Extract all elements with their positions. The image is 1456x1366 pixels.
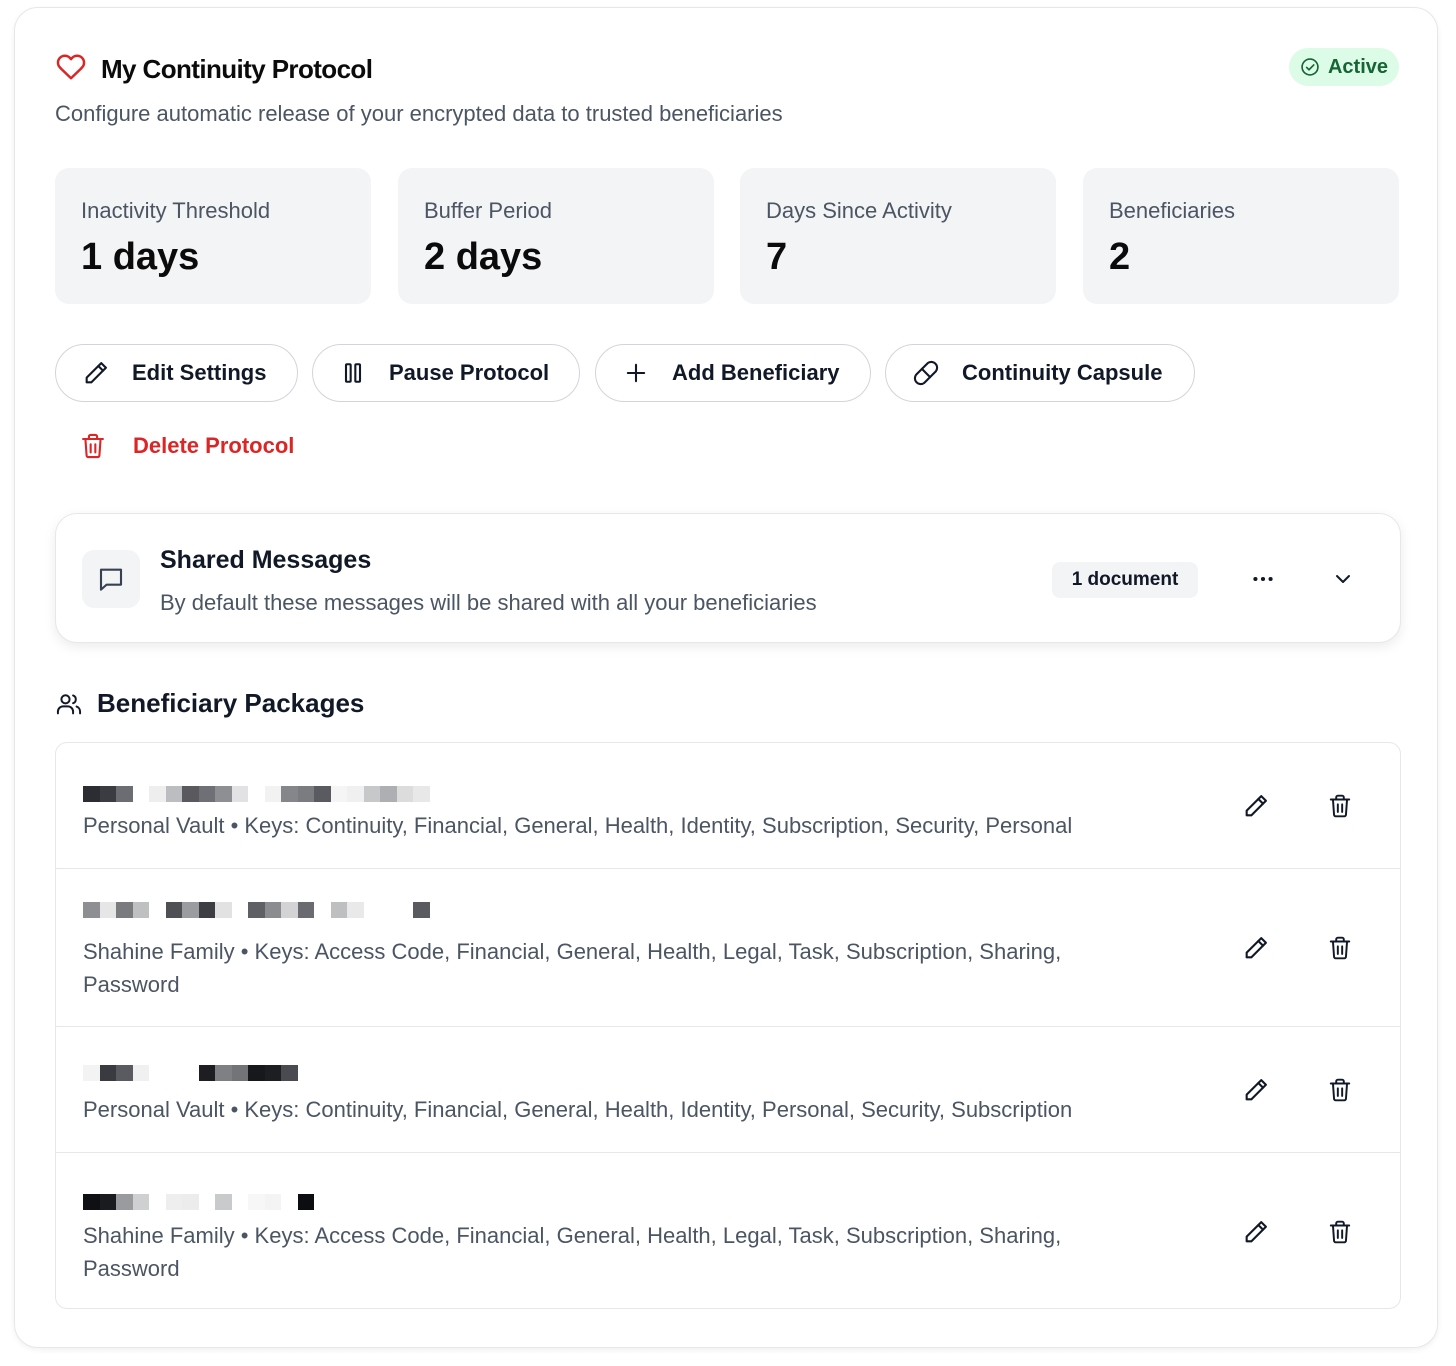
stat-buffer-period: Buffer Period 2 days [398,168,714,304]
stat-label: Inactivity Threshold [81,198,271,223]
shared-messages-panel[interactable]: Shared Messages By default these message… [55,513,1401,643]
beneficiary-packages-heading: Beneficiary Packages [55,688,364,719]
redacted-name [83,1065,298,1081]
stat-label: Days Since Activity [766,198,952,223]
pencil-icon [1245,1221,1267,1243]
delete-package-button[interactable] [1323,789,1357,823]
redacted-name [83,902,430,918]
page-subtitle: Configure automatic release of your encr… [55,101,783,126]
edit-package-button[interactable] [1239,1073,1273,1107]
package-description: Personal Vault • Keys: Continuity, Finan… [83,1097,1073,1122]
package-row[interactable]: Personal Vault • Keys: Continuity, Finan… [56,743,1400,869]
stat-value: 2 days [424,236,543,278]
plus-icon [626,363,646,383]
stat-inactivity-threshold: Inactivity Threshold 1 days [55,168,371,304]
trash-icon [1329,1220,1351,1244]
pause-protocol-label: Pause Protocol [389,360,550,385]
message-square-icon [99,568,123,591]
stat-value: 2 [1109,236,1131,278]
package-description: Shahine Family • Keys: Access Code, Fina… [83,939,1062,997]
stat-days-since-activity: Days Since Activity 7 [740,168,1056,304]
pencil-icon [1245,1079,1267,1101]
pencil-icon [1245,937,1267,959]
redacted-name [83,1194,314,1210]
stat-label: Buffer Period [424,198,553,223]
delete-protocol-button[interactable]: Delete Protocol [79,426,294,466]
chevron-down-icon [1336,575,1350,583]
edit-package-button[interactable] [1239,789,1273,823]
stat-value: 7 [766,236,788,278]
continuity-capsule-label: Continuity Capsule [962,360,1163,385]
users-icon [56,693,82,714]
expand-button[interactable] [1328,564,1358,594]
package-row[interactable]: Personal Vault • Keys: Continuity, Finan… [56,1027,1400,1153]
status-badge: Active [1289,48,1399,86]
delete-package-button[interactable] [1323,1215,1357,1249]
delete-package-button[interactable] [1323,931,1357,965]
page-title: My Continuity Protocol [101,54,373,84]
heart-icon [56,54,86,80]
check-circle-icon [1301,58,1319,76]
add-beneficiary-label: Add Beneficiary [672,360,840,385]
pencil-icon [1245,795,1267,817]
shared-messages-description: By default these messages will be shared… [160,590,817,615]
edit-package-button[interactable] [1239,1215,1273,1249]
stat-value: 1 days [81,236,200,278]
stat-beneficiaries: Beneficiaries 2 [1083,168,1399,304]
delete-protocol-label: Delete Protocol [133,433,295,458]
document-count-badge: 1 document [1052,562,1198,598]
package-row[interactable]: Shahine Family • Keys: Access Code, Fina… [56,869,1400,1027]
pill-icon [913,360,939,386]
delete-package-button[interactable] [1323,1073,1357,1107]
trash-icon [82,433,104,459]
package-row[interactable]: Shahine Family • Keys: Access Code, Fina… [56,1153,1400,1308]
continuity-protocol-card: My Continuity Protocol Configure automat… [14,7,1438,1348]
stat-label: Beneficiaries [1109,198,1235,223]
beneficiary-package-list: Personal Vault • Keys: Continuity, Finan… [55,742,1401,1309]
package-description: Shahine Family • Keys: Access Code, Fina… [83,1223,1062,1281]
shared-messages-title: Shared Messages [160,546,372,574]
ellipsis-icon [1253,576,1273,582]
more-options-button[interactable] [1248,564,1278,594]
pause-protocol-button[interactable]: Pause Protocol [312,344,580,402]
status-badge-label: Active [1327,55,1389,78]
message-icon-box [82,550,140,608]
add-beneficiary-button[interactable]: Add Beneficiary [595,344,871,402]
trash-icon [1329,936,1351,960]
trash-icon [1329,794,1351,818]
beneficiary-packages-title: Beneficiary Packages [97,688,365,718]
edit-package-button[interactable] [1239,931,1273,965]
pencil-icon [85,362,107,384]
edit-settings-label: Edit Settings [132,360,267,385]
pause-icon [344,363,362,383]
redacted-name [83,786,430,802]
edit-settings-button[interactable]: Edit Settings [55,344,298,402]
trash-icon [1329,1078,1351,1102]
continuity-capsule-button[interactable]: Continuity Capsule [885,344,1195,402]
package-description: Personal Vault • Keys: Continuity, Finan… [83,813,1073,838]
